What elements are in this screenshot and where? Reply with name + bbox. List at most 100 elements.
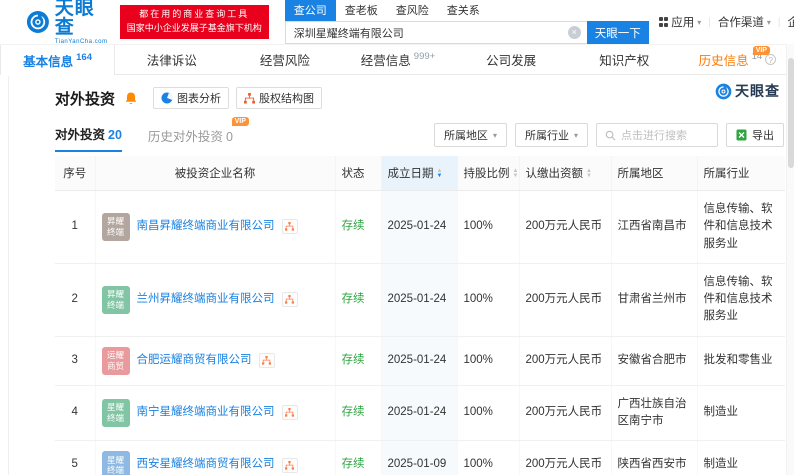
- search-tab-risk[interactable]: 查风险: [387, 0, 438, 21]
- status-cell: 存续: [335, 190, 382, 264]
- search-tab-relation[interactable]: 查关系: [438, 0, 489, 21]
- logo-name: 天眼查: [54, 0, 95, 38]
- status-cell: 存续: [335, 263, 382, 337]
- established-date-cell: 2025-01-24: [381, 385, 458, 441]
- established-date-cell: 2025-01-24: [381, 190, 458, 264]
- equity-structure-icon[interactable]: [281, 457, 298, 473]
- equity-structure-button[interactable]: 股权结构图: [236, 87, 323, 109]
- org-chart-icon: [262, 356, 271, 365]
- tab-legal-litigation[interactable]: 法律诉讼: [115, 45, 228, 74]
- table-toolbar: 所属地区 ▾ 所属行业 ▾ 点击进行搜索 导出: [433, 123, 784, 152]
- outbound-investment-section: 对外投资 图表分析 股权结构图 天眼查 对外投资 20 VIP 历史对外投资 0…: [0, 75, 794, 475]
- nav-partner-channel[interactable]: 合作渠道 ▾: [718, 14, 771, 30]
- nav-enterprise-products[interactable]: 企业级产品 ▾: [787, 14, 794, 30]
- col-header-company-name: 被投资企业名称: [95, 156, 336, 191]
- search-tab-company[interactable]: 查公司: [284, 0, 336, 21]
- divider: |: [708, 16, 711, 28]
- share-ratio-cell: 100%: [457, 385, 520, 441]
- subscribe-bell-icon[interactable]: [124, 91, 138, 106]
- share-ratio-cell: 100%: [457, 190, 520, 264]
- nav-apps[interactable]: 应用 ▾: [658, 14, 701, 30]
- sort-icon[interactable]: ▲ ▼: [437, 168, 443, 179]
- equity-structure-icon[interactable]: [281, 292, 298, 308]
- sort-icon[interactable]: ▲ ▼: [586, 168, 592, 179]
- chevron-down-icon: ▾: [766, 17, 771, 27]
- table-row: 3 运耀 商贸 合肥运耀商贸有限公司 存续 2025-01-24 100% 200万元人民币安…: [55, 336, 785, 386]
- org-chart-icon: [285, 295, 294, 304]
- status-cell: 存续: [335, 440, 382, 475]
- header-search: 查公司 查老板 查风险 查关系 × 天眼一下: [284, 0, 649, 44]
- status-badge: 存续: [341, 353, 365, 366]
- top-header: 天眼查 TianYanCha.com 都在用的商业查询工具 国家中小企业发展子基…: [0, 0, 794, 45]
- clear-icon[interactable]: ×: [567, 26, 581, 39]
- tab-intellectual-property[interactable]: 知识产权: [568, 45, 681, 74]
- page-scrollbar[interactable]: [786, 44, 794, 475]
- company-name-link[interactable]: 南昌昇耀终端商业有限公司: [137, 218, 275, 235]
- region-cell: 安徽省合肥市: [611, 336, 698, 386]
- row-index: 2: [55, 263, 96, 337]
- app-grid-icon: [658, 17, 669, 27]
- company-name-link[interactable]: 兰州昇耀终端商业有限公司: [137, 291, 275, 308]
- status-badge: 存续: [341, 220, 365, 233]
- search-button[interactable]: 天眼一下: [586, 21, 649, 44]
- scrollbar-thumb[interactable]: [788, 58, 794, 168]
- sort-icon[interactable]: ▲ ▼: [513, 168, 519, 179]
- subscribed-capital-cell: 200万元人民币: [519, 263, 612, 337]
- section-header: 对外投资 图表分析 股权结构图: [55, 87, 784, 109]
- region-cell: 江西省南昌市: [611, 190, 698, 264]
- table-search-input[interactable]: 点击进行搜索: [596, 123, 718, 147]
- tab-operating-risk[interactable]: 经营风险: [228, 45, 341, 74]
- company-avatar: 星耀 终端: [101, 398, 130, 427]
- promo-line1: 都在用的商业查询工具: [139, 9, 250, 20]
- search-tab-boss[interactable]: 查老板: [336, 0, 387, 21]
- region-filter-dropdown[interactable]: 所属地区 ▾: [433, 123, 507, 147]
- subtab-history-investment[interactable]: VIP 历史对外投资 0: [148, 117, 249, 152]
- search-input[interactable]: [284, 21, 587, 44]
- col-header-established-date[interactable]: 成立日期 ▲ ▼: [381, 156, 458, 191]
- chart-analysis-button[interactable]: 图表分析: [153, 87, 230, 109]
- established-date-cell: 2025-01-24: [381, 263, 458, 337]
- industry-cell: 批发和零售业: [697, 336, 785, 386]
- company-name-link[interactable]: 合肥运耀商贸有限公司: [137, 352, 252, 369]
- promo-line2: 国家中小企业发展子基金旗下机构: [126, 23, 262, 33]
- tab-basic-info[interactable]: 基本信息 164: [0, 45, 116, 75]
- chevron-down-icon: ▾: [492, 130, 497, 140]
- status-badge: 存续: [341, 458, 365, 471]
- chevron-down-icon: ▾: [573, 130, 578, 140]
- col-header-subscribed-capital[interactable]: 认缴出资额 ▲ ▼: [519, 156, 612, 191]
- col-header-industry: 所属行业: [697, 156, 785, 191]
- col-header-index: 序号: [55, 156, 96, 191]
- search-tabs: 查公司 查老板 查风险 查关系: [284, 0, 649, 21]
- subtab-outbound-investment[interactable]: 对外投资 20: [55, 124, 122, 152]
- company-cell: 昇耀 终端 兰州昇耀终端商业有限公司: [95, 263, 336, 337]
- established-date-cell: 2025-01-24: [381, 336, 458, 386]
- company-name-link[interactable]: 南宁星耀终端商业有限公司: [137, 404, 275, 421]
- col-header-share-ratio[interactable]: 持股比例 ▲ ▼: [457, 156, 520, 191]
- tianyancha-logo[interactable]: 天眼查 TianYanCha.com: [26, 0, 110, 45]
- help-question-icon[interactable]: ?: [765, 54, 777, 65]
- equity-structure-icon[interactable]: [258, 353, 275, 368]
- export-button[interactable]: 导出: [726, 123, 784, 147]
- org-chart-icon: [285, 460, 294, 470]
- table-row: 4 星耀 终端 南宁星耀终端商业有限公司 存续 2025-01-24 100% 200万元人民…: [55, 385, 785, 441]
- equity-structure-icon[interactable]: [281, 219, 298, 235]
- established-date-cell: 2025-01-09: [381, 440, 458, 475]
- company-name-link[interactable]: 西安星耀终端商贸有限公司: [137, 456, 275, 473]
- company-cell: 昇耀 终端 南昌昇耀终端商业有限公司: [95, 190, 336, 264]
- tianyancha-page: 天眼查 TianYanCha.com 都在用的商业查询工具 国家中小企业发展子基…: [0, 0, 794, 475]
- divider: |: [777, 16, 781, 28]
- row-index: 5: [55, 440, 96, 475]
- industry-filter-dropdown[interactable]: 所属行业 ▾: [514, 123, 588, 147]
- subscribed-capital-cell: 200万元人民币: [519, 190, 612, 264]
- company-cell: 星耀 终端 南宁星耀终端商业有限公司: [95, 385, 336, 441]
- tab-operating-info[interactable]: 经营信息 999+: [341, 45, 454, 74]
- industry-cell: 制造业: [697, 440, 785, 475]
- industry-cell: 信息传输、软件和信息技术服务业: [697, 190, 785, 264]
- tab-history-info[interactable]: VIP 历史信息 14 ?: [681, 45, 794, 74]
- region-cell: 陕西省西安市: [611, 440, 698, 475]
- company-avatar: 昇耀 终端: [101, 212, 130, 241]
- top-nav: 应用 ▾ | 合作渠道 ▾ | 企业级产品 ▾ | 开通会员 ▾ |: [658, 14, 794, 31]
- tab-company-development[interactable]: 公司发展: [455, 45, 568, 74]
- equity-structure-icon[interactable]: [281, 405, 298, 421]
- search-icon: [605, 130, 616, 140]
